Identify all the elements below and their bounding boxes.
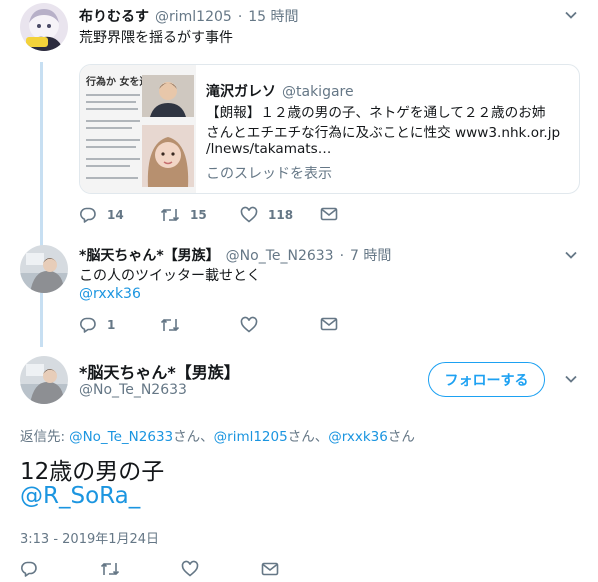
retweet-icon (160, 318, 180, 332)
retweet-count: 15 (190, 208, 207, 222)
tweet-time[interactable]: 7 時間 (350, 245, 391, 265)
message-action[interactable] (320, 206, 338, 222)
reply-to-suffix: さん (387, 429, 415, 445)
quote-author-name[interactable]: 滝沢ガレソ (206, 81, 276, 101)
mail-icon (320, 207, 338, 221)
author-name[interactable]: *脳天ちゃん*【男族】 (79, 245, 220, 265)
mention-link[interactable]: @rxxk36 (79, 286, 141, 302)
mail-icon (261, 562, 279, 576)
reply-action[interactable]: 14 (79, 206, 124, 224)
chevron-down-icon[interactable] (561, 245, 581, 265)
separator-dot: · (237, 9, 243, 25)
chevron-down-icon[interactable] (561, 5, 581, 25)
quote-text-line-3: /lnews/takamats… (206, 141, 332, 157)
reply-count: 14 (107, 208, 124, 222)
avatar[interactable] (20, 3, 68, 51)
author-name[interactable]: 布りむるす (79, 6, 149, 26)
quote-text-line-1: 【朗報】１２歳の男の子、ネトゲを通して２２歳のお姉 (206, 105, 546, 121)
tweet-time[interactable]: 15 時間 (248, 6, 298, 26)
avatar[interactable] (20, 356, 68, 404)
retweet-action[interactable] (160, 316, 180, 334)
chevron-down-icon[interactable] (561, 369, 581, 389)
reply-to-suffix: さん、 (173, 429, 214, 445)
like-action[interactable] (181, 560, 199, 578)
author-handle[interactable]: @No_Te_N2633 (226, 248, 334, 264)
reply-to-label: 返信先: (20, 429, 66, 445)
retweet-icon (160, 208, 180, 222)
quote-text-line-2: さんとエチエチな行為に及ぶことに性交 www3.nhk.or.jp (206, 125, 561, 141)
like-action[interactable] (240, 316, 258, 334)
reply-to-mention[interactable]: @No_Te_N2633 (69, 429, 173, 445)
reply-to-suffix: さん、 (287, 429, 329, 445)
author-name[interactable]: *脳天ちゃん*【男族】 (79, 359, 240, 383)
heart-icon (240, 316, 258, 333)
thread-line (40, 62, 43, 347)
retweet-action[interactable]: 15 (160, 206, 207, 224)
quote-author-handle[interactable]: @takigare (282, 84, 354, 100)
like-action[interactable]: 118 (240, 206, 293, 224)
reply-icon (20, 561, 37, 577)
tweet-text: この人のツイッター載せとく (79, 268, 261, 284)
quote-image[interactable]: 行為か 女を逮捕 (80, 65, 196, 193)
reply-icon (79, 317, 96, 333)
quoted-tweet-card[interactable]: 行為か 女を逮捕 滝沢ガレソ @takigare 【朗報】１２歳の男の子、ネトゲ… (79, 64, 580, 194)
heart-icon (181, 560, 199, 577)
reply-count: 1 (107, 318, 116, 332)
main-tweet-text: 12歳の男の子 (20, 459, 165, 485)
show-thread-link[interactable]: このスレッドを表示 (206, 163, 332, 183)
reply-to-mention[interactable]: @riml1205 (214, 429, 288, 445)
separator-dot: · (339, 248, 345, 264)
main-tweet-mention[interactable]: @R_SoRa_ (20, 483, 140, 509)
mail-icon (320, 317, 338, 331)
follow-button[interactable]: フォローする (428, 362, 545, 397)
tweet-text: 荒野界隈を揺るがす事件 (79, 30, 233, 46)
heart-icon (240, 206, 258, 223)
message-action[interactable] (320, 316, 338, 332)
reply-to: 返信先: @No_Te_N2633さん、@riml1205さん、@rxxk36さ… (20, 425, 415, 445)
tweet-timestamp[interactable]: 3:13 - 2019年1月24日 (20, 528, 159, 547)
message-action[interactable] (261, 561, 279, 577)
reply-action[interactable] (20, 560, 38, 578)
reply-icon (79, 207, 96, 223)
retweet-icon (100, 562, 120, 576)
author-handle[interactable]: @riml1205 (155, 9, 232, 25)
avatar[interactable] (20, 245, 68, 293)
reply-to-mention[interactable]: @rxxk36 (328, 429, 388, 445)
author-handle[interactable]: @No_Te_N2633 (79, 382, 187, 398)
like-count: 118 (268, 208, 294, 222)
retweet-action[interactable] (100, 560, 120, 578)
reply-action[interactable]: 1 (79, 316, 115, 334)
